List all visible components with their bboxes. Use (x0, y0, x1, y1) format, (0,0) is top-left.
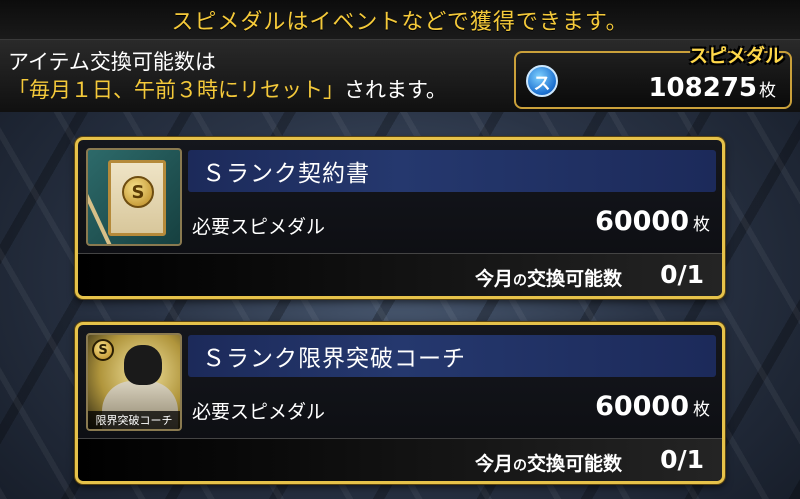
reset-notice-line2: 「毎月１日、午前３時にリセット」されます。 (8, 76, 447, 104)
limit-label-suffix: 交換可能数 (526, 268, 622, 290)
item-name: Ｓランク限界突破コーチ (188, 335, 716, 377)
currency-amount: 108275 枚 (648, 73, 776, 103)
limit-label-suffix: 交換可能数 (526, 453, 622, 475)
exchange-limit-row: 今月の交換可能数 0/1 (78, 254, 722, 296)
cost-label: 必要スピメダル (192, 216, 326, 238)
exchange-item-card[interactable]: S Ｓランク契約書 必要スピメダル 60000 枚 今月の交換可能数 0/1 (75, 137, 725, 299)
cost-value: 60000 枚 (595, 391, 710, 422)
banner-text: スピメダルはイベントなどで獲得できます。 (171, 9, 629, 35)
cost-value: 60000 枚 (595, 206, 710, 237)
reset-schedule-highlight: 「毎月１日、午前３時にリセット」 (8, 78, 344, 102)
currency-unit: 枚 (759, 81, 776, 101)
contract-seal-icon: S (122, 176, 154, 208)
cost-label: 必要スピメダル (192, 401, 326, 423)
limit-label-prefix: 今月 (474, 268, 513, 290)
coach-portrait-icon: S 限界突破コーチ (86, 333, 182, 431)
exchange-limit-label: 今月の交換可能数 (475, 264, 622, 291)
limit-label-prefix: 今月 (474, 453, 513, 475)
exchange-limit-value: 0/1 (660, 445, 704, 474)
reset-notice: アイテム交換可能数は 「毎月１日、午前３時にリセット」されます。 (8, 48, 447, 104)
cost-amount: 60000 (595, 391, 689, 422)
cost-amount: 60000 (595, 206, 689, 237)
currency-balance-panel: スピメダル ス 108275 枚 (514, 45, 792, 109)
currency-amount-value: 108275 (648, 73, 757, 103)
cost-unit: 枚 (693, 400, 710, 420)
exchange-limit-value: 0/1 (660, 260, 704, 289)
reset-notice-suffix: されます。 (344, 78, 447, 102)
cost-unit: 枚 (693, 215, 710, 235)
limit-label-particle: の (512, 273, 527, 289)
item-name: Ｓランク契約書 (188, 150, 716, 192)
limit-label-particle: の (512, 458, 527, 474)
contract-scroll-icon: S (86, 148, 182, 246)
rank-s-badge-icon: S (92, 339, 114, 361)
currency-label: スピメダル (688, 45, 784, 67)
exchange-item-card[interactable]: S 限界突破コーチ Ｓランク限界突破コーチ 必要スピメダル 60000 枚 今月の… (75, 322, 725, 484)
exchange-limit-row: 今月の交換可能数 0/1 (78, 439, 722, 481)
exchange-limit-label: 今月の交換可能数 (475, 449, 622, 476)
reset-notice-line1: アイテム交換可能数は (8, 50, 216, 74)
coach-head-shape (124, 345, 162, 385)
thumb-caption: 限界突破コーチ (88, 411, 180, 429)
medal-coin-icon: ス (526, 65, 558, 97)
top-banner: スピメダルはイベントなどで獲得できます。 (0, 0, 800, 40)
